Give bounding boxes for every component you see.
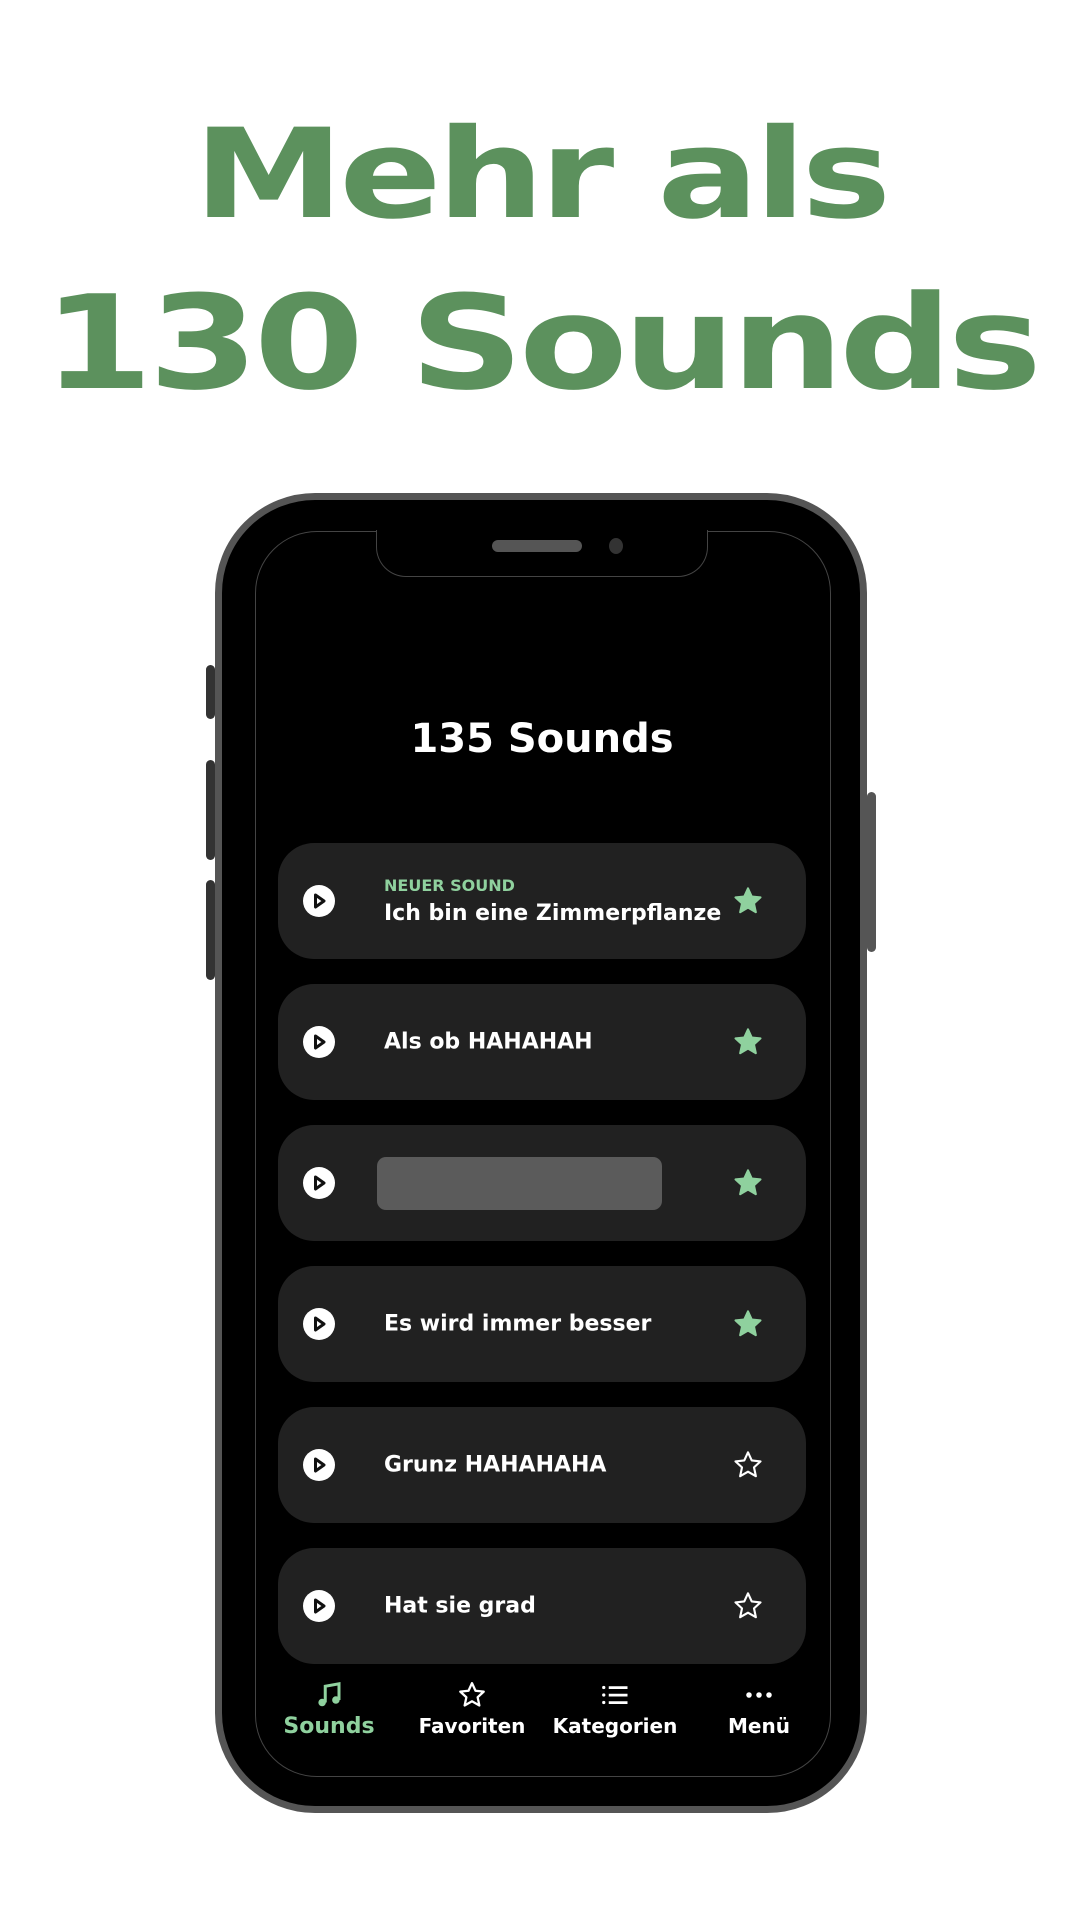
play-icon[interactable] xyxy=(303,1026,335,1058)
list-icon xyxy=(602,1685,628,1705)
sound-card[interactable]: Grunz HAHAHAHA xyxy=(278,1407,806,1523)
tab-favoriten[interactable]: Favoriten xyxy=(402,1680,542,1738)
play-icon[interactable] xyxy=(303,1449,335,1481)
sound-card[interactable]: Hat sie grad xyxy=(278,1548,806,1664)
bottom-tab-bar: Sounds Favoriten Kategorien Menü xyxy=(255,1680,829,1760)
star-outline-icon xyxy=(459,1682,485,1707)
new-sound-badge: NEUER SOUND xyxy=(384,876,515,895)
play-icon[interactable] xyxy=(303,1167,335,1199)
sounds-count-title: 135 Sounds xyxy=(410,716,674,762)
tab-menu[interactable]: Menü xyxy=(689,1680,829,1738)
sound-card[interactable]: NEUER SOUND Ich bin eine Zimmerpflanze xyxy=(278,843,806,959)
promo-headline-line2: 130 Sounds xyxy=(42,267,1042,419)
promo-headline-line1: Mehr als xyxy=(193,103,891,247)
star-outline-icon[interactable] xyxy=(732,1449,764,1481)
sound-card[interactable] xyxy=(278,1125,806,1241)
phone-camera xyxy=(609,538,623,554)
phone-power-button xyxy=(867,792,876,952)
star-filled-icon[interactable] xyxy=(732,885,764,917)
sound-card[interactable]: Es wird immer besser xyxy=(278,1266,806,1382)
star-filled-icon[interactable] xyxy=(732,1308,764,1340)
sound-title: Es wird immer besser xyxy=(384,1311,652,1337)
tab-label: Kategorien xyxy=(552,1714,678,1738)
sound-title: Hat sie grad xyxy=(384,1593,536,1619)
phone-mute-switch xyxy=(206,665,215,719)
phone-speaker xyxy=(492,540,582,552)
sound-title: Als ob HAHAHAH xyxy=(384,1029,593,1055)
tab-label: Favoriten xyxy=(418,1714,526,1738)
redacted-title-bar xyxy=(377,1157,662,1210)
more-dots-icon xyxy=(746,1692,772,1698)
tab-label: Menü xyxy=(728,1714,790,1738)
tab-sounds[interactable]: Sounds xyxy=(259,1680,399,1739)
play-icon[interactable] xyxy=(303,1308,335,1340)
play-icon[interactable] xyxy=(303,885,335,917)
sound-title: Ich bin eine Zimmerpflanze xyxy=(384,901,722,926)
phone-notch xyxy=(376,530,708,577)
music-note-icon xyxy=(318,1681,341,1707)
phone-volume-down-button xyxy=(206,880,215,980)
tab-label: Sounds xyxy=(283,1714,375,1739)
sound-title: Grunz HAHAHAHA xyxy=(384,1452,607,1478)
tab-kategorien[interactable]: Kategorien xyxy=(545,1680,685,1738)
star-outline-icon[interactable] xyxy=(732,1590,764,1622)
play-icon[interactable] xyxy=(303,1590,335,1622)
phone-volume-up-button xyxy=(206,760,215,860)
sound-card[interactable]: Als ob HAHAHAH xyxy=(278,984,806,1100)
star-filled-icon[interactable] xyxy=(732,1167,764,1199)
star-filled-icon[interactable] xyxy=(732,1026,764,1058)
